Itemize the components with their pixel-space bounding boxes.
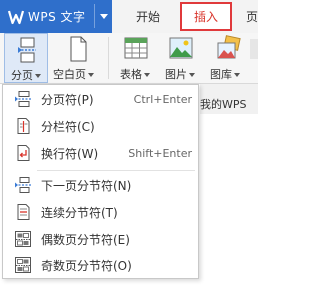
ribbon-divider — [108, 37, 109, 79]
chevron-down-icon — [189, 73, 195, 77]
page-break-icon — [15, 91, 31, 107]
menu-item-even-page-section[interactable]: 偶数页分节符(E) — [3, 227, 198, 251]
chevron-down-icon — [88, 73, 94, 77]
menu-item-label: 分页符(P) — [41, 92, 94, 107]
column-break-icon — [17, 118, 30, 134]
menu-item-label: 换行符(W) — [41, 146, 99, 161]
menu-item-line-break[interactable]: 换行符(W) Shift+Enter — [3, 141, 198, 165]
gallery-icon — [217, 35, 241, 59]
menu-item-continuous-section[interactable]: 连续分节符(T) — [3, 200, 198, 224]
page-break-label: 分页 — [11, 67, 41, 83]
menu-item-label: 奇数页分节符(O) — [41, 258, 132, 273]
app-button-divider — [94, 4, 95, 28]
line-break-icon — [17, 145, 30, 161]
gallery-label: 图库 — [210, 66, 240, 82]
page-break-button[interactable]: 分页 — [4, 33, 48, 83]
blank-page-label: 空白页 — [53, 66, 94, 82]
app-name: WPS 文字 — [28, 10, 86, 24]
continuous-section-icon — [17, 204, 30, 220]
menu-item-next-page-section[interactable]: 下一页分节符(N) — [3, 173, 198, 197]
ribbon-scroll-right[interactable] — [250, 39, 258, 59]
menu-item-shortcut: Shift+Enter — [128, 146, 192, 160]
tab-page-layout[interactable]: 页 — [246, 0, 266, 33]
even-page-section-icon — [15, 231, 31, 247]
picture-button[interactable]: 图片 — [163, 33, 203, 83]
chevron-down-icon[interactable] — [100, 14, 108, 19]
menu-divider — [37, 170, 195, 171]
odd-page-section-icon — [15, 257, 31, 273]
tab-bar: WPS 文字 开始 插入 页 — [0, 0, 258, 33]
page-break-icon — [18, 37, 36, 63]
menu-item-shortcut: Ctrl+Enter — [133, 92, 192, 106]
table-icon — [124, 37, 148, 59]
blank-page-icon — [70, 36, 87, 62]
table-label: 表格 — [120, 66, 150, 82]
page-break-dropdown: 分页符(P) Ctrl+Enter 分栏符(C) 换行符(W) Shift+En… — [2, 84, 199, 279]
tab-insert[interactable]: 插入 — [180, 2, 232, 31]
gallery-button[interactable]: 图库 — [208, 33, 254, 83]
chevron-down-icon — [234, 73, 240, 77]
menu-item-label: 偶数页分节符(E) — [41, 232, 130, 247]
chevron-down-icon — [35, 74, 41, 78]
menu-item-label: 下一页分节符(N) — [41, 178, 132, 193]
menu-item-column-break[interactable]: 分栏符(C) — [3, 114, 198, 138]
table-button[interactable]: 表格 — [118, 33, 158, 83]
document-tab[interactable]: 我的WPS — [200, 96, 258, 112]
wps-logo-icon — [8, 10, 24, 24]
menu-item-page-break[interactable]: 分页符(P) Ctrl+Enter — [3, 87, 198, 111]
ribbon: 分页 空白页 表格 图片 图库 — [0, 33, 258, 84]
app-menu-button[interactable]: WPS 文字 — [0, 0, 112, 33]
picture-label: 图片 — [165, 66, 195, 82]
menu-item-label: 连续分节符(T) — [41, 205, 118, 220]
blank-page-button[interactable]: 空白页 — [52, 33, 102, 83]
menu-item-label: 分栏符(C) — [41, 119, 95, 134]
chevron-down-icon — [144, 73, 150, 77]
tab-start[interactable]: 开始 — [123, 0, 173, 33]
next-page-section-icon — [15, 177, 31, 193]
picture-icon — [169, 37, 193, 59]
menu-item-odd-page-section[interactable]: 奇数页分节符(O) — [3, 253, 198, 277]
